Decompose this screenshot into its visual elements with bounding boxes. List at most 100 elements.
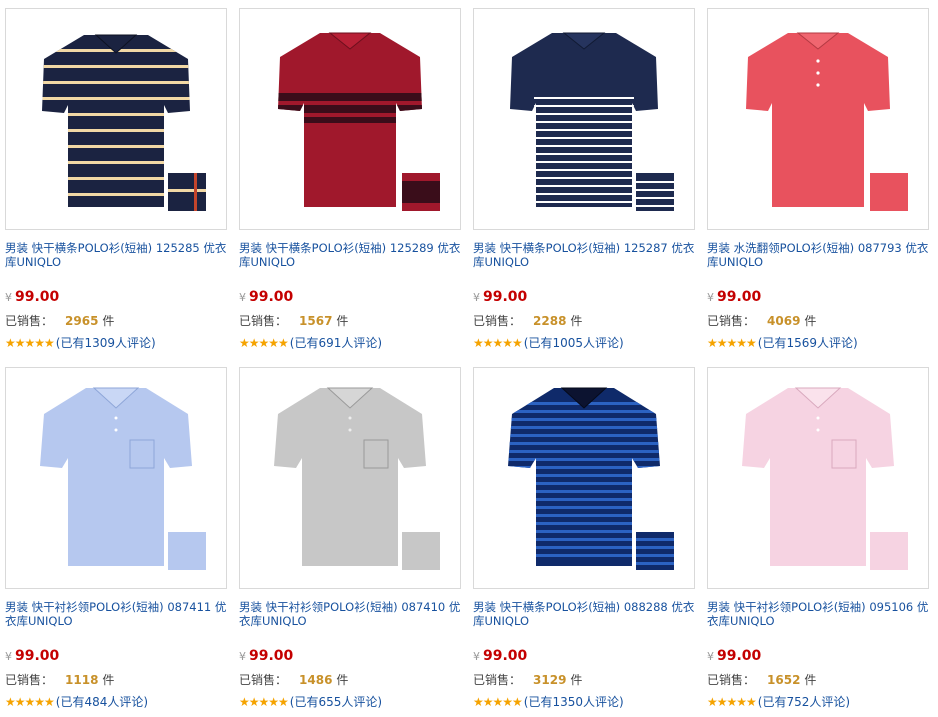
product-price: ¥99.00 — [707, 648, 761, 664]
price-value: 99.00 — [249, 289, 294, 305]
product-image[interactable] — [239, 8, 461, 230]
sold-label: 已销售： — [473, 314, 522, 328]
sold-unit: 件 — [570, 314, 583, 328]
sold-count: 1486 — [299, 673, 333, 687]
product-image[interactable] — [5, 367, 227, 589]
review-count-link[interactable]: (已有655人评论) — [290, 695, 382, 709]
price-value: 99.00 — [483, 648, 528, 664]
product-image[interactable] — [707, 367, 929, 589]
product-price: ¥99.00 — [239, 648, 293, 664]
sold-count: 3129 — [533, 673, 567, 687]
light-blue-polo-icon — [40, 387, 206, 570]
price-value: 99.00 — [249, 648, 294, 664]
grey-polo-icon — [274, 387, 440, 570]
currency-symbol: ¥ — [473, 650, 480, 663]
product-title-link[interactable]: 男装 快干衬衫领POLO衫(短袖) 087411 优衣库UNIQLO — [5, 600, 227, 628]
product-title-link[interactable]: 男装 快干横条POLO衫(短袖) 088288 优衣库UNIQLO — [473, 600, 695, 628]
sold-label: 已销售： — [5, 314, 54, 328]
navy-cream-stripe-polo-icon — [42, 34, 206, 211]
sold-count: 4069 — [767, 314, 801, 328]
review-count-link[interactable]: (已有1350人评论) — [524, 695, 624, 709]
rating: ★★★★★ (已有655人评论) — [239, 693, 382, 710]
product-price: ¥99.00 — [707, 289, 761, 305]
sales-info: 已销售： 1486 件 — [239, 671, 348, 688]
product-card[interactable]: 男装 快干衬衫领POLO衫(短袖) 087411 优衣库UNIQLO ¥99.0… — [5, 367, 227, 717]
product-card[interactable]: 男装 快干衬衫领POLO衫(短袖) 087410 优衣库UNIQLO ¥99.0… — [239, 367, 461, 717]
sold-label: 已销售： — [473, 673, 522, 687]
sold-label: 已销售： — [707, 314, 756, 328]
star-rating-icon: ★★★★★ — [239, 336, 289, 350]
sales-info: 已销售： 3129 件 — [473, 671, 582, 688]
currency-symbol: ¥ — [707, 650, 714, 663]
currency-symbol: ¥ — [239, 650, 246, 663]
sold-unit: 件 — [570, 673, 583, 687]
review-count-link[interactable]: (已有484人评论) — [56, 695, 148, 709]
product-price: ¥99.00 — [239, 289, 293, 305]
product-image[interactable] — [707, 8, 929, 230]
currency-symbol: ¥ — [707, 291, 714, 304]
product-image[interactable] — [473, 8, 695, 230]
sales-info: 已销售： 2288 件 — [473, 312, 582, 329]
star-rating-icon: ★★★★★ — [5, 695, 55, 709]
product-card[interactable]: 男装 快干横条POLO衫(短袖) 125287 优衣库UNIQLO ¥99.00… — [473, 8, 695, 358]
review-count-link[interactable]: (已有752人评论) — [758, 695, 850, 709]
sales-info: 已销售： 4069 件 — [707, 312, 816, 329]
product-title-link[interactable]: 男装 快干横条POLO衫(短袖) 125287 优衣库UNIQLO — [473, 241, 695, 269]
sales-info: 已销售： 2965 件 — [5, 312, 114, 329]
rating: ★★★★★ (已有1309人评论) — [5, 334, 156, 351]
review-count-link[interactable]: (已有1005人评论) — [524, 336, 624, 350]
rating: ★★★★★ (已有1350人评论) — [473, 693, 624, 710]
rating: ★★★★★ (已有752人评论) — [707, 693, 850, 710]
coral-polo-icon — [746, 32, 908, 211]
review-count-link[interactable]: (已有1569人评论) — [758, 336, 858, 350]
product-card[interactable]: 男装 快干横条POLO衫(短袖) 125289 优衣库UNIQLO ¥99.00… — [239, 8, 461, 358]
star-rating-icon: ★★★★★ — [707, 336, 757, 350]
review-count-link[interactable]: (已有691人评论) — [290, 336, 382, 350]
product-title-link[interactable]: 男装 快干横条POLO衫(短袖) 125289 优衣库UNIQLO — [239, 241, 461, 269]
star-rating-icon: ★★★★★ — [5, 336, 55, 350]
sold-count: 2288 — [533, 314, 567, 328]
product-title-link[interactable]: 男装 水洗翻领POLO衫(短袖) 087793 优衣库UNIQLO — [707, 241, 929, 269]
product-price: ¥99.00 — [5, 648, 59, 664]
pink-polo-icon — [742, 387, 908, 570]
product-price: ¥99.00 — [473, 289, 527, 305]
price-value: 99.00 — [15, 289, 60, 305]
star-rating-icon: ★★★★★ — [473, 695, 523, 709]
product-title-link[interactable]: 男装 快干衬衫领POLO衫(短袖) 087410 优衣库UNIQLO — [239, 600, 461, 628]
red-chest-stripe-polo-icon — [278, 32, 440, 211]
sold-unit: 件 — [804, 314, 817, 328]
sold-count: 1118 — [65, 673, 99, 687]
product-title-link[interactable]: 男装 快干横条POLO衫(短袖) 125285 优衣库UNIQLO — [5, 241, 227, 269]
sold-unit: 件 — [804, 673, 817, 687]
product-title-link[interactable]: 男装 快干衬衫领POLO衫(短袖) 095106 优衣库UNIQLO — [707, 600, 929, 628]
product-card[interactable]: 男装 快干横条POLO衫(短袖) 088288 优衣库UNIQLO ¥99.00… — [473, 367, 695, 717]
product-card[interactable]: 男装 快干横条POLO衫(短袖) 125285 优衣库UNIQLO ¥99.00… — [5, 8, 227, 358]
sold-count: 1652 — [767, 673, 801, 687]
sold-label: 已销售： — [239, 673, 288, 687]
sales-info: 已销售： 1652 件 — [707, 671, 816, 688]
price-value: 99.00 — [483, 289, 528, 305]
product-image[interactable] — [473, 367, 695, 589]
currency-symbol: ¥ — [5, 650, 12, 663]
product-image[interactable] — [239, 367, 461, 589]
price-value: 99.00 — [15, 648, 60, 664]
sold-label: 已销售： — [5, 673, 54, 687]
price-value: 99.00 — [717, 289, 762, 305]
sold-count: 1567 — [299, 314, 333, 328]
currency-symbol: ¥ — [5, 291, 12, 304]
rating: ★★★★★ (已有1005人评论) — [473, 334, 624, 351]
blue-navy-stripe-polo-icon — [508, 387, 674, 570]
sold-count: 2965 — [65, 314, 99, 328]
product-card[interactable]: 男装 水洗翻领POLO衫(短袖) 087793 优衣库UNIQLO ¥99.00… — [707, 8, 929, 358]
rating: ★★★★★ (已有691人评论) — [239, 334, 382, 351]
navy-white-stripe-polo-icon — [510, 32, 674, 211]
currency-symbol: ¥ — [239, 291, 246, 304]
product-price: ¥99.00 — [5, 289, 59, 305]
product-image[interactable] — [5, 8, 227, 230]
sales-info: 已销售： 1118 件 — [5, 671, 114, 688]
product-grid: 男装 快干横条POLO衫(短袖) 125285 优衣库UNIQLO ¥99.00… — [0, 0, 938, 709]
product-card[interactable]: 男装 快干衬衫领POLO衫(短袖) 095106 优衣库UNIQLO ¥99.0… — [707, 367, 929, 717]
product-price: ¥99.00 — [473, 648, 527, 664]
review-count-link[interactable]: (已有1309人评论) — [56, 336, 156, 350]
currency-symbol: ¥ — [473, 291, 480, 304]
